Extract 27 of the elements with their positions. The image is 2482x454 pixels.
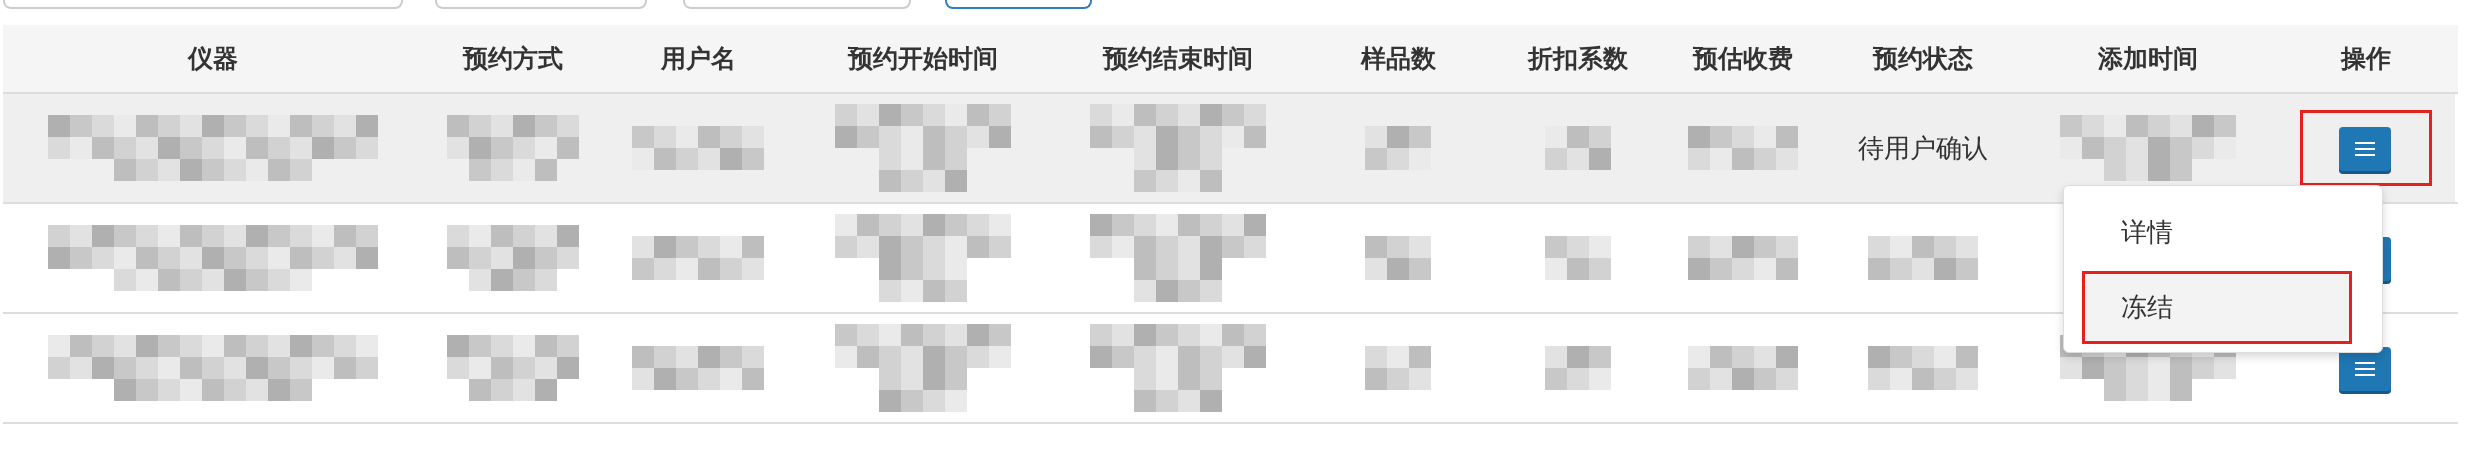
table-cell-text: 待用户确认 bbox=[1858, 131, 1988, 165]
column-header: 样品数 bbox=[1360, 42, 1436, 74]
pixelated-text bbox=[1365, 126, 1431, 170]
menu-item[interactable]: 详情 bbox=[2085, 199, 2349, 266]
column-header: 预估收费 bbox=[1693, 42, 1793, 74]
column-header: 添加时间 bbox=[2098, 42, 2198, 74]
pixelated-text bbox=[1365, 236, 1431, 280]
column-header: 预约结束时间 bbox=[1103, 42, 1253, 74]
pixelated-text bbox=[1545, 346, 1611, 390]
menu-button[interactable] bbox=[2338, 127, 2391, 171]
input-field[interactable] bbox=[683, 0, 911, 9]
pixelated-text bbox=[1545, 236, 1611, 280]
pixelated-text bbox=[1545, 126, 1611, 170]
pixelated-text bbox=[1365, 346, 1431, 390]
button[interactable] bbox=[945, 0, 1092, 9]
menu-item[interactable]: 冻结 bbox=[2085, 274, 2349, 341]
column-header: 操作 bbox=[2340, 42, 2391, 74]
column-header: 折扣系数 bbox=[1528, 42, 1628, 74]
column-header: 预约状态 bbox=[1873, 42, 1973, 74]
menu-icon bbox=[2354, 141, 2375, 157]
input-field[interactable] bbox=[3, 0, 403, 9]
menu-icon bbox=[2354, 361, 2375, 377]
column-header: 预约开始时间 bbox=[848, 42, 998, 74]
column-header: 仪器 bbox=[188, 42, 238, 74]
input-field[interactable] bbox=[435, 0, 647, 9]
column-header: 用户名 bbox=[660, 42, 736, 74]
column-header: 预约方式 bbox=[463, 42, 563, 74]
